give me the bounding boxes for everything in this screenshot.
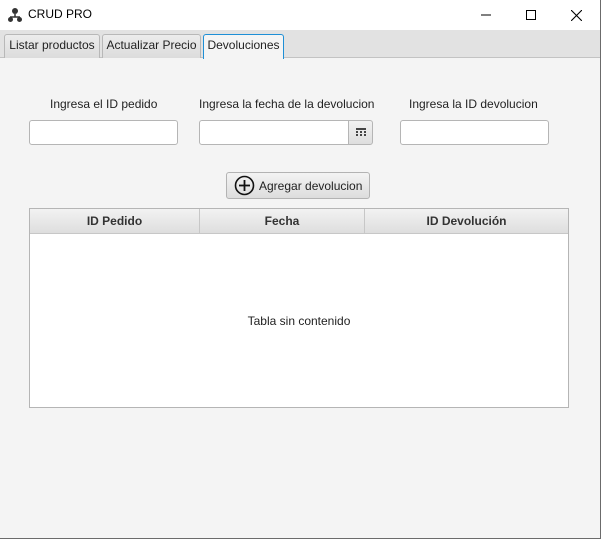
fecha-input[interactable] <box>199 120 349 145</box>
column-header-id-pedido[interactable]: ID Pedido <box>30 209 200 233</box>
fecha-label: Ingresa la fecha de la devolucion <box>199 97 375 111</box>
window-title: CRUD PRO <box>28 7 93 21</box>
app-network-icon <box>7 7 23 23</box>
plus-circle-icon <box>234 175 255 196</box>
devoluciones-table[interactable]: ID Pedido Fecha ID Devolución Tabla sin … <box>29 208 569 408</box>
tab-devoluciones[interactable]: Devoluciones <box>203 34 284 59</box>
calendar-icon <box>355 124 366 142</box>
agregar-devolucion-label: Agregar devolucion <box>259 178 363 193</box>
maximize-icon <box>526 10 536 20</box>
tab-bar: Listar productos Actualizar Precio Devol… <box>0 30 600 59</box>
column-header-id-devolucion[interactable]: ID Devolución <box>365 209 568 233</box>
close-button[interactable] <box>553 0 599 30</box>
minimize-button[interactable] <box>463 0 509 30</box>
close-icon <box>570 9 582 21</box>
devolucion-id-input[interactable] <box>400 120 549 145</box>
pedido-id-input[interactable] <box>29 120 178 145</box>
app-window: CRUD PRO Listar productos Actualizar Pre… <box>0 0 601 539</box>
title-bar[interactable]: CRUD PRO <box>0 0 600 30</box>
table-empty-message: Tabla sin contenido <box>247 314 351 328</box>
minimize-icon <box>481 10 491 20</box>
maximize-button[interactable] <box>508 0 554 30</box>
devolucion-id-label: Ingresa la ID devolucion <box>409 97 538 111</box>
agregar-devolucion-button[interactable]: Agregar devolucion <box>226 172 370 199</box>
tab-actualizar-precio[interactable]: Actualizar Precio <box>102 34 201 58</box>
pedido-id-label: Ingresa el ID pedido <box>50 97 158 111</box>
tab-listar-productos[interactable]: Listar productos <box>4 34 100 58</box>
table-header: ID Pedido Fecha ID Devolución <box>30 209 568 234</box>
date-picker-button[interactable] <box>348 120 373 145</box>
column-header-fecha[interactable]: Fecha <box>200 209 365 233</box>
